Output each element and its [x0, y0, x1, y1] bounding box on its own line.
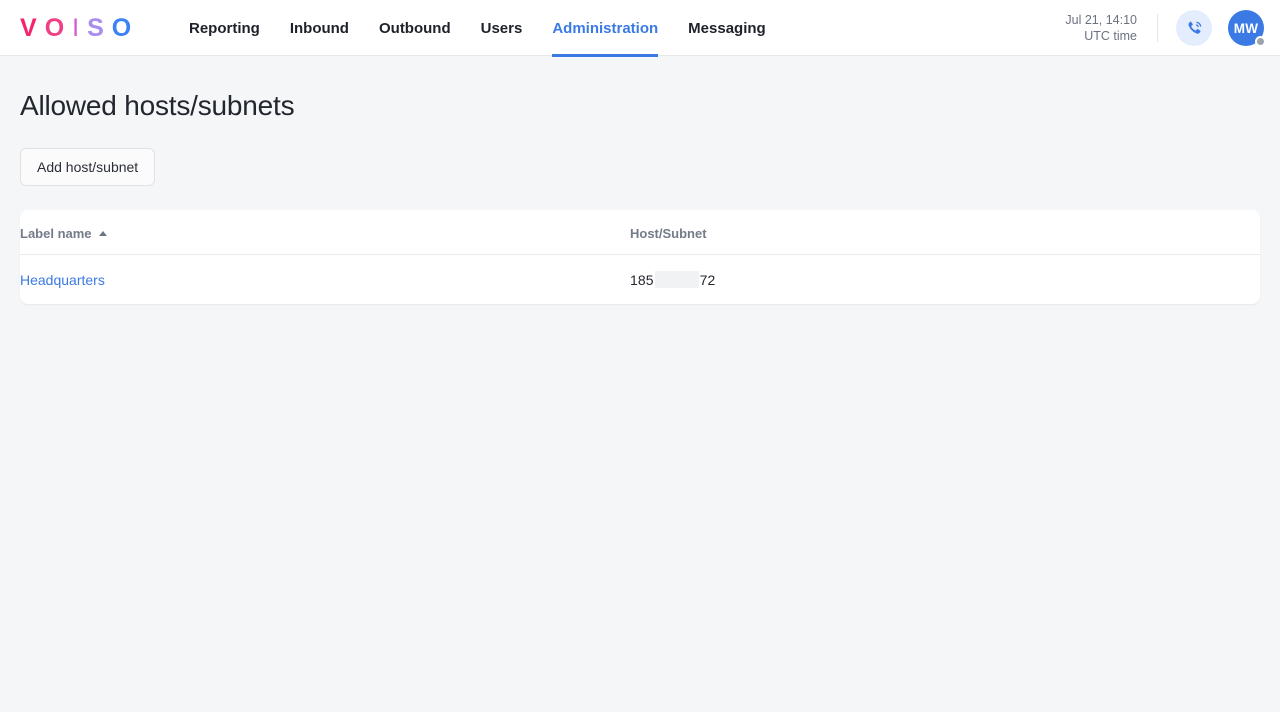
hosts-table-card: Label name Host/Subnet Headquarters 185 …: [20, 210, 1260, 304]
cell-host-subnet: 185 72: [630, 255, 1260, 305]
column-header-host-subnet-text: Host/Subnet: [630, 226, 707, 241]
nav-item-administration[interactable]: Administration: [537, 0, 673, 57]
cell-label-name: Headquarters: [20, 255, 630, 305]
host-subnet-redacted-block: [654, 271, 699, 288]
avatar-initials: MW: [1233, 20, 1259, 36]
nav-item-reporting[interactable]: Reporting: [174, 0, 275, 56]
nav-label-users: Users: [480, 19, 523, 37]
caret-up-icon: [98, 231, 107, 236]
phone-ringing-icon[interactable]: [1176, 10, 1212, 46]
nav-item-users[interactable]: Users: [466, 0, 538, 56]
host-subnet-prefix: 185: [630, 271, 654, 288]
table-head: Label name Host/Subnet: [20, 210, 1260, 255]
sort-control-label-name[interactable]: Label name: [20, 226, 107, 241]
nav-item-messaging[interactable]: Messaging: [673, 0, 781, 56]
utc-clock: Jul 21, 14:10 UTC time: [1065, 12, 1137, 44]
column-header-label-name[interactable]: Label name: [20, 210, 630, 255]
add-host-subnet-button[interactable]: Add host/subnet: [20, 148, 156, 186]
top-header-bar: V O I S O Reporting Inbound Outbound Use…: [0, 0, 1280, 57]
clock-timezone-label: UTC time: [1084, 29, 1137, 43]
page-content: Allowed hosts/subnets Add host/subnet La…: [0, 88, 1280, 304]
nav-label-reporting: Reporting: [189, 19, 260, 37]
logo-letter-o2: O: [111, 14, 133, 42]
table-header-row: Label name Host/Subnet: [20, 210, 1260, 255]
clock-datetime: Jul 21, 14:10: [1065, 13, 1137, 27]
header-right-cluster: Jul 21, 14:10 UTC time MW: [1065, 0, 1266, 56]
logo-letter-v: V: [20, 14, 38, 42]
logo-letter-s: S: [87, 14, 105, 42]
logo-letter-o1: O: [44, 14, 66, 42]
presence-status-dot: [1255, 36, 1266, 47]
allowed-hosts-table: Label name Host/Subnet Headquarters 185 …: [20, 210, 1260, 304]
table-body: Headquarters 185 72: [20, 255, 1260, 305]
host-subnet-suffix: 72: [699, 271, 716, 288]
column-header-label-name-text: Label name: [20, 226, 92, 241]
logo-letter-i: I: [72, 14, 81, 42]
page-toolbar: Add host/subnet: [20, 148, 1260, 186]
nav-label-messaging: Messaging: [688, 19, 766, 37]
voiso-logo[interactable]: V O I S O: [20, 14, 132, 42]
header-divider: [1157, 14, 1158, 42]
nav-label-administration: Administration: [552, 19, 659, 37]
nav-item-outbound[interactable]: Outbound: [364, 0, 466, 56]
page-title: Allowed hosts/subnets: [20, 90, 295, 121]
nav-item-inbound[interactable]: Inbound: [275, 0, 364, 56]
host-subnet-value: 185 72: [630, 271, 715, 288]
table-row[interactable]: Headquarters 185 72: [20, 255, 1260, 305]
main-navigation: Reporting Inbound Outbound Users Adminis…: [174, 0, 781, 57]
nav-label-outbound: Outbound: [378, 19, 451, 37]
nav-label-inbound: Inbound: [289, 19, 349, 37]
user-avatar[interactable]: MW: [1228, 10, 1266, 47]
column-header-host-subnet[interactable]: Host/Subnet: [630, 210, 1260, 255]
host-label-link[interactable]: Headquarters: [20, 272, 105, 288]
